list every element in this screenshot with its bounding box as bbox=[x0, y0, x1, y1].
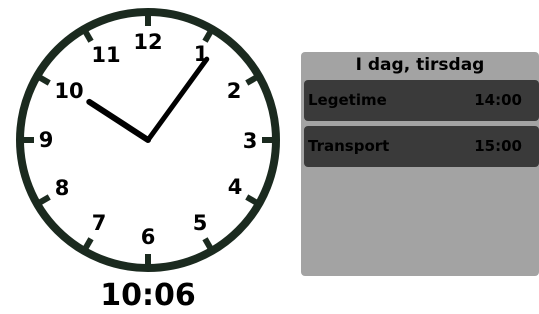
analog-clock: 12 1 2 3 4 5 6 7 8 9 10 11 bbox=[16, 8, 280, 272]
event-name: Transport bbox=[308, 137, 390, 155]
clock-number-8: 8 bbox=[55, 176, 70, 200]
clock-number-10: 10 bbox=[54, 79, 83, 103]
clock-number-11: 11 bbox=[91, 43, 120, 67]
agenda-panel: I dag, tirsdag Legetime 14:00 Transport … bbox=[301, 52, 539, 276]
clock-number-9: 9 bbox=[39, 128, 54, 152]
agenda-event-row[interactable]: Legetime 14:00 bbox=[304, 80, 539, 121]
clock-number-2: 2 bbox=[227, 79, 242, 103]
clock-number-6: 6 bbox=[141, 225, 156, 249]
agenda-event-row[interactable]: Transport 15:00 bbox=[304, 126, 539, 167]
clock-number-3: 3 bbox=[243, 129, 258, 153]
event-name: Legetime bbox=[308, 91, 387, 109]
agenda-title: I dag, tirsdag bbox=[355, 55, 485, 75]
event-time: 15:00 bbox=[474, 137, 522, 155]
clock-number-7: 7 bbox=[92, 211, 107, 235]
screen: 12 1 2 3 4 5 6 7 8 9 10 11 10:06 I dag, … bbox=[0, 0, 539, 314]
event-time: 14:00 bbox=[474, 91, 522, 109]
clock-number-12: 12 bbox=[133, 30, 162, 54]
digital-time: 10:06 bbox=[100, 278, 196, 313]
clock-number-4: 4 bbox=[228, 175, 243, 199]
clock-number-5: 5 bbox=[193, 211, 208, 235]
